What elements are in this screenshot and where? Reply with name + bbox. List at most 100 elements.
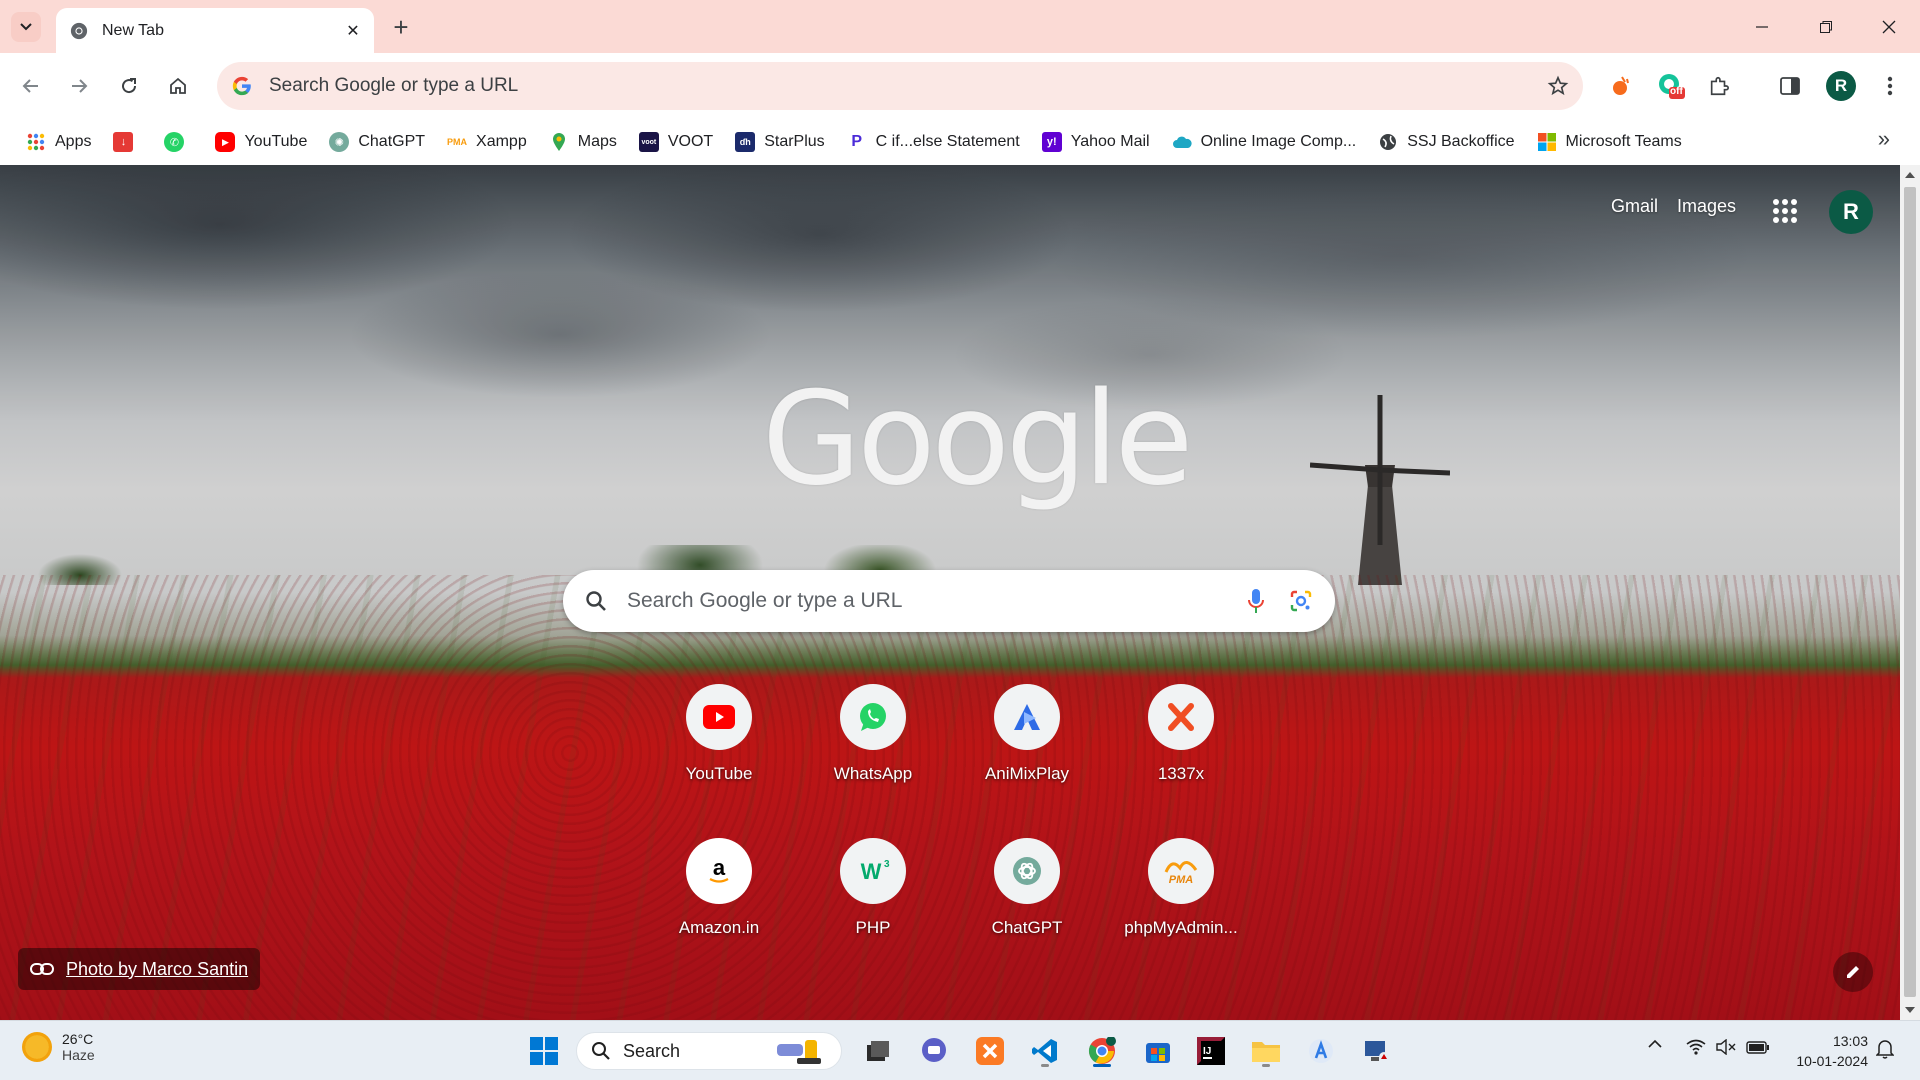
google-lens-icon[interactable] <box>1289 589 1313 613</box>
close-tab-icon[interactable]: ✕ <box>342 20 364 42</box>
forward-button[interactable] <box>62 69 96 103</box>
bookmark-label: Yahoo Mail <box>1070 133 1150 150</box>
tab-new-tab[interactable]: New Tab ✕ <box>56 8 374 53</box>
tab-search-button[interactable] <box>11 12 41 42</box>
more-bookmarks-icon[interactable]: » <box>1878 126 1890 152</box>
maps-pin-icon <box>549 132 569 152</box>
ntp-search-box[interactable]: Search Google or type a URL <box>563 570 1335 632</box>
scroll-up-arrow-icon[interactable] <box>1905 172 1915 178</box>
images-link[interactable]: Images <box>1677 196 1736 217</box>
customize-chrome-button[interactable] <box>1833 952 1873 992</box>
gmail-link[interactable]: Gmail <box>1611 196 1658 217</box>
show-hidden-icons-chevron-up-icon[interactable] <box>1647 1039 1663 1049</box>
task-view-button[interactable] <box>859 1032 897 1070</box>
scrollbar-thumb[interactable] <box>1904 187 1916 997</box>
taskbar-chrome[interactable] <box>1083 1032 1121 1070</box>
extension-clapper[interactable] <box>1604 70 1636 102</box>
clock-time: 13:03 <box>1832 1033 1868 1049</box>
photo-credit-link[interactable]: Photo by Marco Santin <box>18 948 261 990</box>
bookmark-label: StarPlus <box>764 133 825 150</box>
bookmark-voot[interactable]: voot VOOT <box>631 126 721 158</box>
phpmyadmin-icon: PMA <box>447 137 468 147</box>
bookmark-maps[interactable]: Maps <box>541 126 625 158</box>
shortcut-label: 1337x <box>1157 764 1205 783</box>
microsoft-icon <box>1537 132 1557 152</box>
shortcut-youtube[interactable]: YouTube <box>656 677 782 787</box>
bookmark-youtube[interactable]: ▶ YouTube <box>207 126 315 158</box>
bookmark-download[interactable]: ↓ <box>105 126 150 158</box>
amazon-icon: a <box>709 856 729 883</box>
battery-icon[interactable] <box>1746 1039 1770 1055</box>
new-tab-page: Gmail Images R Google Search Google or t… <box>0 165 1900 1020</box>
shortcut-phpmyadmin[interactable]: PMA phpMyAdmin... <box>1118 831 1244 941</box>
volume-muted-icon[interactable] <box>1716 1039 1736 1055</box>
animixplay-icon <box>1014 704 1040 730</box>
shortcut-label: ChatGPT <box>991 918 1063 937</box>
scroll-down-arrow-icon[interactable] <box>1905 1007 1915 1013</box>
bookmark-starplus[interactable]: ɗh StarPlus <box>727 126 832 158</box>
omnibox[interactable]: Search Google or type a URL <box>217 62 1583 110</box>
taskbar-clock[interactable]: 13:03 10-01-2024 <box>1786 1031 1868 1071</box>
side-panel-button[interactable] <box>1774 70 1806 102</box>
shortcut-label: YouTube <box>685 764 753 783</box>
taskbar-app-installer[interactable] <box>1302 1032 1340 1070</box>
taskbar-store[interactable] <box>1139 1032 1177 1070</box>
search-icon <box>592 1042 610 1060</box>
bookmark-xampp[interactable]: PMA Xampp <box>439 126 535 158</box>
sun-haze-icon <box>22 1032 52 1062</box>
reload-button[interactable] <box>112 69 146 103</box>
shortcut-whatsapp[interactable]: WhatsApp <box>810 677 936 787</box>
menu-button[interactable] <box>1874 70 1906 102</box>
arrow-right-icon <box>72 79 88 93</box>
start-button[interactable] <box>525 1032 563 1070</box>
shortcut-amazon[interactable]: a Amazon.in <box>656 831 782 941</box>
weather-widget[interactable]: 26°C Haze <box>22 1031 95 1063</box>
microphone-icon[interactable] <box>1247 588 1265 614</box>
taskbar-xampp[interactable] <box>971 1032 1009 1070</box>
xampp-icon <box>976 1037 1004 1065</box>
taskbar-intellij[interactable]: IJ <box>1192 1032 1230 1070</box>
bookmark-image-compressor[interactable]: Online Image Comp... <box>1164 126 1365 158</box>
browser-toolbar: Search Google or type a URL off R <box>0 53 1920 119</box>
shortcut-1337x[interactable]: 1337x <box>1118 677 1244 787</box>
page-scrollbar[interactable] <box>1900 165 1920 1020</box>
taskbar-remote-desktop[interactable] <box>1357 1032 1395 1070</box>
star-bookmark-icon[interactable] <box>1547 75 1569 97</box>
profile-button[interactable]: R <box>1825 70 1857 102</box>
taskbar: 26°C Haze Search IJ 13:03 10-01-2024 <box>0 1020 1920 1080</box>
close-window-icon[interactable] <box>1869 10 1909 44</box>
bookmark-apps[interactable]: Apps <box>18 126 99 158</box>
bookmark-label: Online Image Comp... <box>1200 133 1357 150</box>
shortcut-php[interactable]: W3 PHP <box>810 831 936 941</box>
new-tab-button[interactable]: + <box>388 14 414 40</box>
svg-text:PMA: PMA <box>1169 874 1194 886</box>
bookmark-chatgpt[interactable]: ✺ ChatGPT <box>321 126 433 158</box>
home-button[interactable] <box>161 69 195 103</box>
shortcut-animixplay[interactable]: AniMixPlay <box>964 677 1090 787</box>
wifi-icon[interactable] <box>1686 1039 1706 1055</box>
teams-chat-button[interactable] <box>915 1032 953 1070</box>
task-view-icon <box>867 1041 889 1061</box>
youtube-icon: ▶ <box>215 132 236 152</box>
w3schools-icon: W3 <box>861 859 890 884</box>
youtube-icon <box>703 705 735 729</box>
bookmark-c-if-else[interactable]: P C if...else Statement <box>839 126 1028 158</box>
account-avatar[interactable]: R <box>1829 190 1873 234</box>
bookmark-microsoft-teams[interactable]: Microsoft Teams <box>1529 126 1690 158</box>
extension-grammarly[interactable]: off <box>1655 70 1687 102</box>
taskbar-file-explorer[interactable] <box>1247 1032 1285 1070</box>
shortcut-chatgpt[interactable]: ChatGPT <box>964 831 1090 941</box>
bookmark-label: SSJ Backoffice <box>1407 133 1515 150</box>
google-apps-icon[interactable] <box>1773 199 1797 223</box>
back-button[interactable] <box>14 69 48 103</box>
restore-icon[interactable] <box>1806 10 1846 44</box>
notification-bell-icon[interactable] <box>1876 1039 1894 1059</box>
bookmark-yahoo-mail[interactable]: y! Yahoo Mail <box>1034 126 1158 158</box>
search-highlight-icon <box>777 1040 821 1064</box>
taskbar-vscode[interactable] <box>1026 1032 1064 1070</box>
minimize-icon[interactable] <box>1742 10 1782 44</box>
extensions-button[interactable] <box>1703 70 1735 102</box>
bookmark-whatsapp[interactable]: ✆ <box>156 126 201 158</box>
bookmark-ssj-backoffice[interactable]: SSJ Backoffice <box>1370 126 1522 158</box>
taskbar-search[interactable]: Search <box>576 1032 842 1070</box>
